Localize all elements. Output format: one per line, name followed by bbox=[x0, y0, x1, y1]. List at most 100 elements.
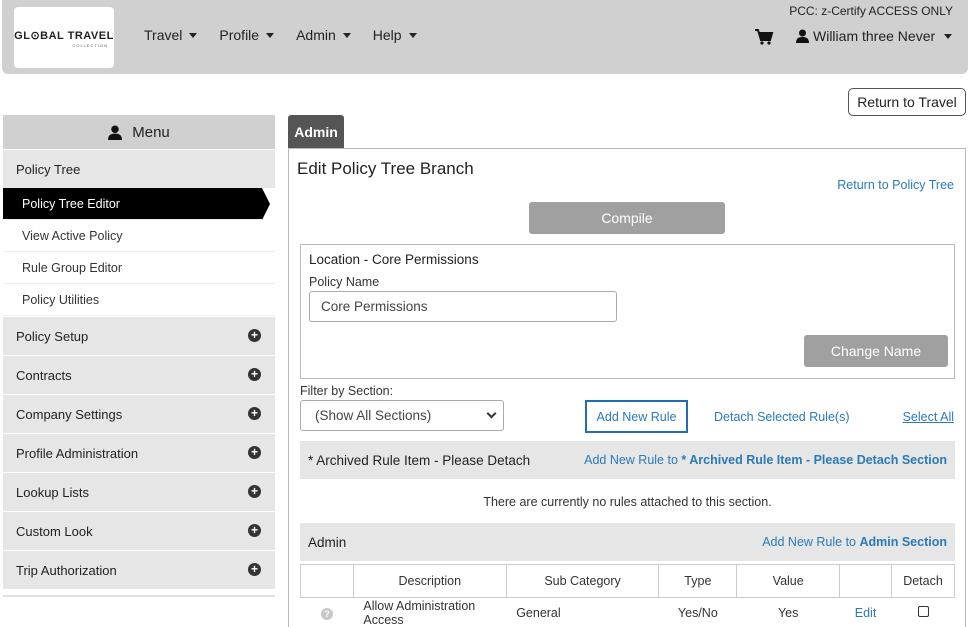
rule-description: Allow Administration Access bbox=[353, 597, 507, 627]
select-all-link[interactable]: Select All bbox=[903, 410, 954, 424]
location-box: Location - Core Permissions Policy Name … bbox=[300, 244, 955, 379]
plus-circle-icon: + bbox=[248, 407, 261, 420]
logo-subtext: COLLECTION bbox=[72, 43, 108, 48]
table-row: ? Allow Administration Access General Ye… bbox=[300, 597, 955, 627]
sidebar-sub-view-active-policy[interactable]: View Active Policy bbox=[3, 220, 275, 252]
return-to-policy-tree-link[interactable]: Return to Policy Tree bbox=[837, 178, 954, 192]
return-to-travel-button[interactable]: Return to Travel bbox=[848, 88, 966, 116]
admin-section-header: Admin Add New Rule to Admin Section bbox=[300, 523, 955, 561]
logo-text: GL⊙BAL TRAVEL bbox=[14, 30, 114, 42]
link-section-name: * Archived Rule Item - Please Detach Sec… bbox=[681, 453, 947, 467]
pcc-label: PCC: z-Certify ACCESS ONLY bbox=[789, 4, 953, 18]
plus-circle-icon: + bbox=[248, 485, 261, 498]
nav-admin-label: Admin bbox=[296, 27, 336, 43]
link-prefix: Add New Rule to bbox=[584, 453, 682, 467]
column-header: Type bbox=[658, 564, 738, 598]
plus-circle-icon: + bbox=[248, 368, 261, 381]
sidebar: Menu Policy Tree Policy Tree Editor View… bbox=[3, 115, 275, 597]
filter-section-select[interactable]: (Show All Sections) bbox=[300, 400, 504, 431]
edit-policy-panel: Edit Policy Tree Branch Return to Policy… bbox=[288, 148, 966, 627]
nav-profile[interactable]: Profile bbox=[219, 27, 275, 43]
sidebar-item-label: Policy Setup bbox=[16, 328, 89, 344]
policy-name-label: Policy Name bbox=[309, 275, 380, 289]
sidebar-sub-policy-tree-editor[interactable]: Policy Tree Editor bbox=[3, 188, 270, 220]
sidebar-sub-policy-utilities[interactable]: Policy Utilities bbox=[3, 284, 275, 316]
sidebar-item-label: Lookup Lists bbox=[16, 484, 89, 500]
tab-admin[interactable]: Admin bbox=[288, 115, 344, 148]
caret-down-icon bbox=[266, 32, 275, 38]
sidebar-item-policy-setup[interactable]: Policy Setup + bbox=[3, 317, 275, 355]
sidebar-item-policy-tree[interactable]: Policy Tree bbox=[3, 150, 275, 188]
location-title: Location - Core Permissions bbox=[309, 252, 479, 267]
add-new-rule-button[interactable]: Add New Rule bbox=[585, 400, 688, 433]
user-icon bbox=[796, 29, 809, 43]
rule-type: Yes/No bbox=[658, 597, 737, 627]
nav-help[interactable]: Help bbox=[373, 27, 417, 43]
archived-section-title: * Archived Rule Item - Please Detach bbox=[308, 452, 531, 468]
column-header: Value bbox=[736, 564, 841, 598]
column-header: Detach bbox=[891, 564, 955, 598]
user-name: William three Never bbox=[813, 28, 936, 44]
nav-admin[interactable]: Admin bbox=[296, 27, 351, 43]
main-nav: Travel Profile Admin Help bbox=[144, 27, 439, 43]
cart-icon[interactable] bbox=[754, 28, 774, 46]
nav-travel-label: Travel bbox=[144, 27, 183, 43]
sidebar-item-label: Contracts bbox=[16, 367, 72, 383]
add-rule-to-archived-link[interactable]: Add New Rule to * Archived Rule Item - P… bbox=[584, 453, 947, 467]
sidebar-item-label: Trip Authorization bbox=[16, 562, 117, 578]
link-prefix: Add New Rule to bbox=[762, 535, 860, 549]
detach-selected-link[interactable]: Detach Selected Rule(s) bbox=[714, 410, 849, 424]
sidebar-divider bbox=[3, 595, 275, 597]
sidebar-item-label: Company Settings bbox=[16, 406, 123, 422]
sidebar-item-lookup-lists[interactable]: Lookup Lists + bbox=[3, 473, 275, 511]
sidebar-item-profile-administration[interactable]: Profile Administration + bbox=[3, 434, 275, 472]
nav-profile-label: Profile bbox=[219, 27, 260, 43]
user-menu[interactable]: William three Never bbox=[796, 28, 953, 44]
filter-label: Filter by Section: bbox=[300, 384, 394, 398]
sidebar-item-company-settings[interactable]: Company Settings + bbox=[3, 395, 275, 433]
column-header bbox=[300, 564, 354, 598]
menu-header: Menu bbox=[3, 115, 275, 149]
edit-rule-link[interactable]: Edit bbox=[855, 606, 877, 620]
top-header: GL⊙BAL TRAVEL COLLECTION Travel Profile … bbox=[2, 0, 968, 74]
rule-value: Yes bbox=[736, 597, 840, 627]
caret-down-icon bbox=[342, 32, 351, 38]
chevron-down-icon bbox=[486, 408, 497, 419]
company-logo[interactable]: GL⊙BAL TRAVEL COLLECTION bbox=[14, 7, 114, 68]
menu-title: Menu bbox=[132, 123, 170, 141]
compile-button[interactable]: Compile bbox=[529, 202, 725, 234]
admin-section-title: Admin bbox=[308, 534, 347, 550]
sidebar-item-contracts[interactable]: Contracts + bbox=[3, 356, 275, 394]
column-header: Sub Category bbox=[505, 564, 660, 598]
archived-section-header: * Archived Rule Item - Please Detach Add… bbox=[300, 441, 955, 479]
plus-circle-icon: + bbox=[248, 446, 261, 459]
sidebar-item-custom-look[interactable]: Custom Look + bbox=[3, 512, 275, 550]
plus-circle-icon: + bbox=[248, 524, 261, 537]
caret-down-icon bbox=[189, 32, 198, 38]
caret-down-icon bbox=[408, 32, 417, 38]
table-header-row: Description Sub Category Type Value Deta… bbox=[300, 564, 955, 598]
sidebar-item-trip-authorization[interactable]: Trip Authorization + bbox=[3, 551, 275, 589]
column-header bbox=[839, 564, 892, 598]
policy-name-input[interactable]: Core Permissions bbox=[309, 291, 617, 322]
sidebar-sub-rule-group-editor[interactable]: Rule Group Editor bbox=[3, 252, 275, 284]
add-rule-to-admin-link[interactable]: Add New Rule to Admin Section bbox=[762, 535, 947, 549]
page-title: Edit Policy Tree Branch bbox=[297, 159, 474, 178]
link-section-name: Admin Section bbox=[859, 535, 947, 549]
no-rules-message: There are currently no rules attached to… bbox=[483, 495, 772, 509]
filter-select-value: (Show All Sections) bbox=[315, 408, 432, 423]
help-icon[interactable]: ? bbox=[320, 607, 333, 620]
sidebar-item-label: Custom Look bbox=[16, 523, 93, 539]
plus-circle-icon: + bbox=[248, 563, 261, 576]
rule-sub-category: General bbox=[506, 597, 659, 627]
caret-down-icon bbox=[944, 33, 953, 39]
plus-circle-icon: + bbox=[248, 329, 261, 342]
nav-help-label: Help bbox=[372, 27, 402, 43]
rules-table: Description Sub Category Type Value Deta… bbox=[300, 564, 955, 627]
user-icon bbox=[108, 125, 123, 140]
change-name-button[interactable]: Change Name bbox=[804, 335, 948, 367]
nav-travel[interactable]: Travel bbox=[144, 27, 198, 43]
detach-checkbox[interactable] bbox=[917, 605, 929, 617]
sidebar-item-label: Profile Administration bbox=[16, 445, 139, 461]
sidebar-item-label: Policy Tree bbox=[16, 161, 81, 177]
